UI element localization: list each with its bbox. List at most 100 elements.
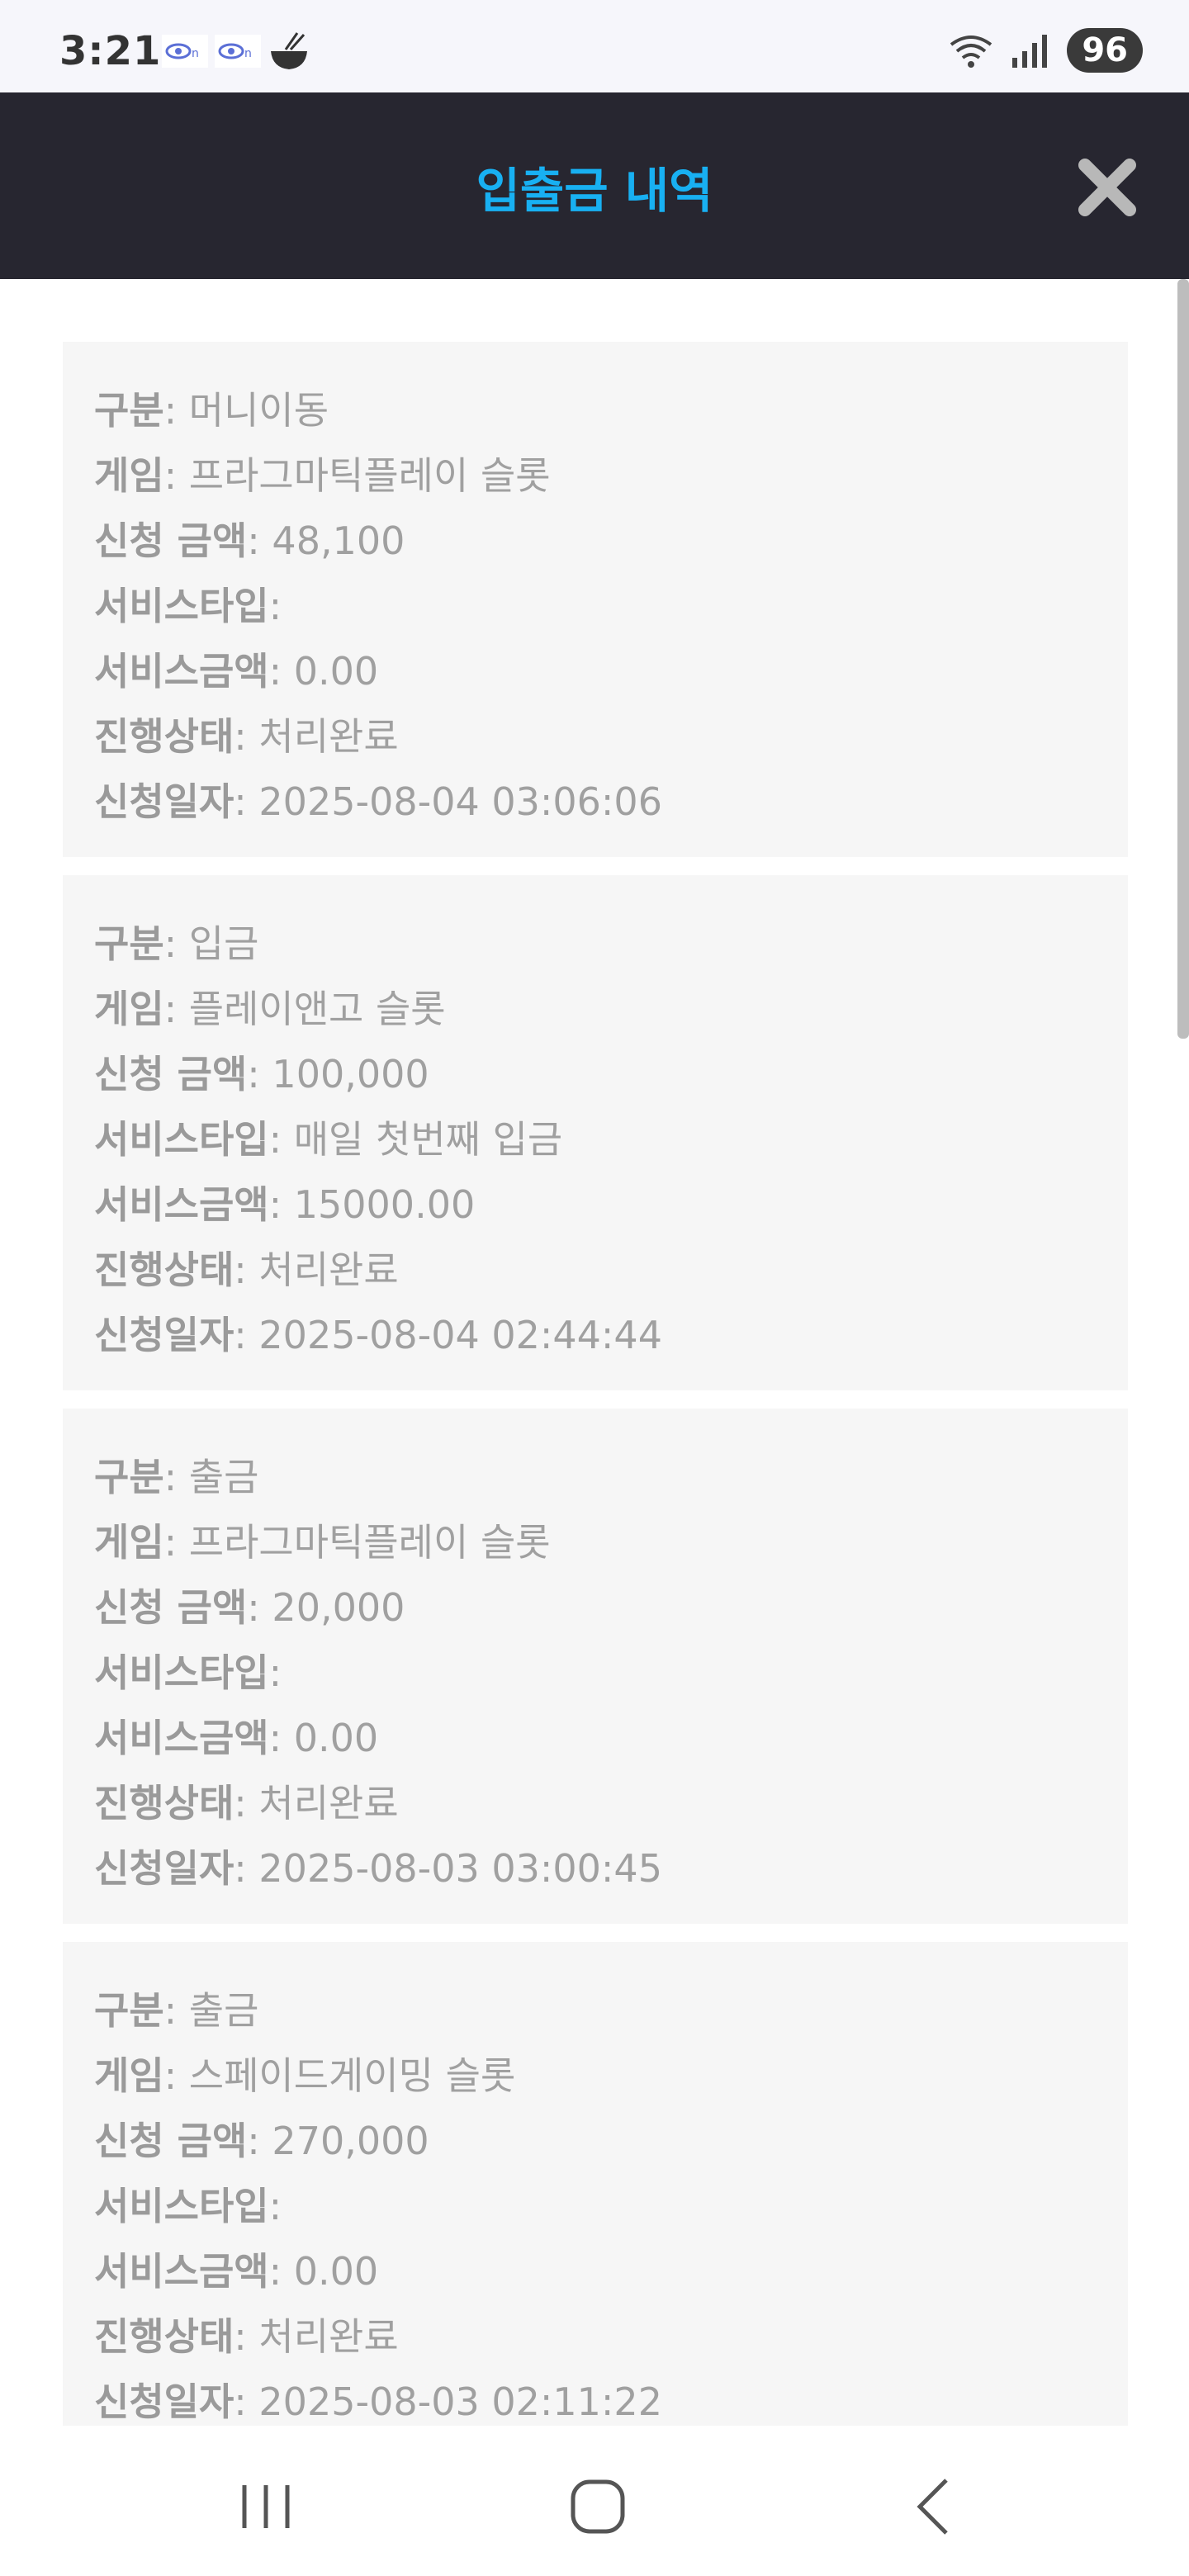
row-type: 구분: 출금 [94, 1988, 259, 2033]
value-amount: 270,000 [272, 2119, 429, 2163]
label-type: 구분 [94, 1455, 164, 1499]
row-game: 게임: 플레이앤고 슬롯 [94, 987, 446, 1031]
scrollbar[interactable] [1177, 279, 1189, 1039]
label-amount: 신청 금액 [94, 1052, 248, 1096]
row-type: 구분: 출금 [94, 1455, 259, 1499]
row-game: 게임: 프라그마틱플레이 슬롯 [94, 453, 551, 498]
page-title: 입출금 내역 [476, 163, 713, 219]
row-date: 신청일자: 2025-08-04 03:06:06 [94, 779, 662, 824]
status-bar: 3:21 n n 96 [0, 0, 1189, 92]
label-service-amount: 서비스금액 [94, 1716, 269, 1760]
row-service-type: 서비스타입: [94, 1650, 282, 1695]
row-service-amount: 서비스금액: 0.00 [94, 649, 379, 694]
label-amount: 신청 금액 [94, 519, 248, 563]
value-service-amount: 15000.00 [293, 1182, 476, 1227]
label-service-type: 서비스타입 [94, 1650, 269, 1695]
label-service-amount: 서비스금액 [94, 649, 269, 694]
value-amount: 100,000 [272, 1052, 429, 1096]
label-date: 신청일자 [94, 1846, 234, 1891]
bowl-app-icon [271, 32, 307, 69]
signal-icon [1012, 35, 1048, 68]
row-service-amount: 서비스금액: 0.00 [94, 1716, 379, 1760]
battery-level: 96 [1067, 28, 1143, 73]
status-time: 3:21 [59, 28, 162, 74]
value-status: 처리완료 [258, 714, 399, 759]
label-service-type: 서비스타입 [94, 584, 269, 628]
label-game: 게임 [94, 453, 164, 498]
value-status: 처리완료 [258, 1248, 399, 1292]
label-type: 구분 [94, 1988, 164, 2033]
row-service-type: 서비스타입: [94, 2184, 282, 2228]
value-status: 처리완료 [258, 1781, 399, 1825]
transaction-card: 구분: 출금 게임: 스페이드게이밍 슬롯 신청 금액: 270,000 서비스… [63, 1942, 1128, 2426]
value-type: 출금 [188, 1988, 259, 2033]
label-service-type: 서비스타입 [94, 2184, 269, 2228]
row-type: 구분: 입금 [94, 921, 259, 966]
row-service-type: 서비스타입: [94, 584, 282, 628]
label-amount: 신청 금액 [94, 2119, 248, 2163]
value-status: 처리완료 [258, 2314, 399, 2359]
value-date: 2025-08-03 03:00:45 [258, 1846, 662, 1891]
label-type: 구분 [94, 388, 164, 433]
value-game: 스페이드게이밍 슬롯 [188, 2053, 516, 2098]
value-game: 프라그마틱플레이 슬롯 [188, 1520, 551, 1565]
row-status: 진행상태: 처리완료 [94, 1248, 399, 1292]
navigation-bar [0, 2426, 1189, 2576]
row-service-amount: 서비스금액: 15000.00 [94, 1182, 476, 1227]
value-date: 2025-08-03 02:11:22 [258, 2379, 662, 2424]
row-amount: 신청 금액: 270,000 [94, 2119, 429, 2163]
back-icon[interactable] [902, 2474, 968, 2540]
value-amount: 20,000 [272, 1585, 405, 1630]
link-app-icon: n [162, 35, 208, 68]
transaction-card: 구분: 머니이동 게임: 프라그마틱플레이 슬롯 신청 금액: 48,100 서… [63, 342, 1128, 857]
value-service-amount: 0.00 [293, 649, 379, 694]
value-service-amount: 0.00 [293, 2249, 379, 2294]
label-game: 게임 [94, 1520, 164, 1565]
svg-text:n: n [192, 47, 199, 60]
label-game: 게임 [94, 987, 164, 1031]
label-game: 게임 [94, 2053, 164, 2098]
value-service-type: 매일 첫번째 입금 [293, 1117, 563, 1162]
label-status: 진행상태 [94, 2314, 234, 2359]
label-service-amount: 서비스금액 [94, 2249, 269, 2294]
transaction-card: 구분: 출금 게임: 프라그마틱플레이 슬롯 신청 금액: 20,000 서비스… [63, 1409, 1128, 1924]
label-status: 진행상태 [94, 1248, 234, 1292]
row-status: 진행상태: 처리완료 [94, 714, 399, 759]
row-date: 신청일자: 2025-08-03 02:11:22 [94, 2379, 662, 2424]
row-game: 게임: 프라그마틱플레이 슬롯 [94, 1520, 551, 1565]
label-type: 구분 [94, 921, 164, 966]
row-date: 신청일자: 2025-08-04 02:44:44 [94, 1313, 662, 1357]
transaction-card: 구분: 입금 게임: 플레이앤고 슬롯 신청 금액: 100,000 서비스타입… [63, 875, 1128, 1390]
row-amount: 신청 금액: 100,000 [94, 1052, 429, 1096]
label-status: 진행상태 [94, 714, 234, 759]
label-date: 신청일자 [94, 2379, 234, 2424]
app-header: 입출금 내역 [0, 92, 1189, 279]
row-service-type: 서비스타입: 매일 첫번째 입금 [94, 1117, 563, 1162]
value-type: 출금 [188, 1455, 259, 1499]
close-icon[interactable] [1077, 157, 1138, 218]
label-service-type: 서비스타입 [94, 1117, 269, 1162]
wifi-icon [950, 36, 992, 68]
value-game: 프라그마틱플레이 슬롯 [188, 453, 551, 498]
row-service-amount: 서비스금액: 0.00 [94, 2249, 379, 2294]
svg-text:n: n [244, 47, 252, 60]
row-date: 신청일자: 2025-08-03 03:00:45 [94, 1846, 662, 1891]
row-status: 진행상태: 처리완료 [94, 2314, 399, 2359]
label-date: 신청일자 [94, 779, 234, 824]
row-type: 구분: 머니이동 [94, 388, 329, 433]
value-date: 2025-08-04 03:06:06 [258, 779, 662, 824]
home-icon[interactable] [565, 2474, 631, 2540]
value-game: 플레이앤고 슬롯 [188, 987, 446, 1031]
row-game: 게임: 스페이드게이밍 슬롯 [94, 2053, 516, 2098]
label-service-amount: 서비스금액 [94, 1182, 269, 1227]
label-status: 진행상태 [94, 1781, 234, 1825]
link-app-icon: n [215, 35, 261, 68]
row-amount: 신청 금액: 48,100 [94, 519, 405, 563]
row-amount: 신청 금액: 20,000 [94, 1585, 405, 1630]
value-type: 입금 [188, 921, 259, 966]
status-right-group: 96 [948, 28, 1143, 73]
value-service-amount: 0.00 [293, 1716, 379, 1760]
label-date: 신청일자 [94, 1313, 234, 1357]
transaction-list[interactable]: 구분: 머니이동 게임: 프라그마틱플레이 슬롯 신청 금액: 48,100 서… [0, 279, 1189, 2426]
recent-apps-icon[interactable] [233, 2474, 299, 2540]
